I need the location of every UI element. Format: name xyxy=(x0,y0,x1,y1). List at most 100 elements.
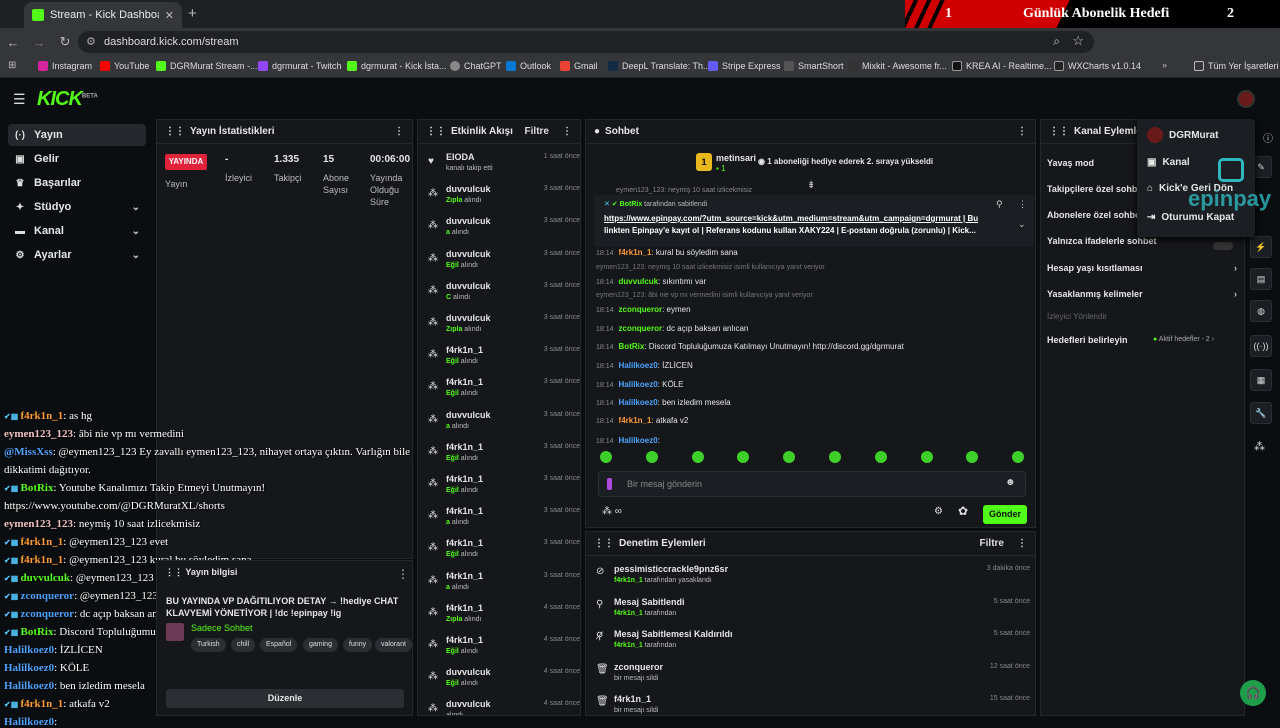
sidebar-item-basarilar[interactable]: ♛ Başarılar xyxy=(8,172,146,194)
bookmark-item[interactable]: SmartShort xyxy=(784,61,844,71)
rail-chat-icon[interactable]: ◍ xyxy=(1250,300,1272,322)
more-icon[interactable]: ⋮ xyxy=(394,126,404,137)
sidebar-item-yayin[interactable]: (·) Yayın xyxy=(8,124,146,146)
channel-action-item[interactable]: Yalnızca ifadelerle sohbet xyxy=(1047,236,1237,246)
chat-message[interactable]: 18:14 duvvulcuk: sıkıntımı var xyxy=(596,277,706,286)
reload-icon[interactable]: ↻ xyxy=(52,34,78,50)
emote-icon[interactable] xyxy=(691,451,704,463)
activity-user[interactable]: duvvulcuk xyxy=(446,216,491,226)
activity-user[interactable]: f4rk1n_1 xyxy=(446,345,483,355)
moderation-item[interactable]: 🗑 f4rk1n_1 bir mesajı sildi 15 saat önce xyxy=(594,692,1034,715)
chat-username[interactable]: BotRix xyxy=(619,342,645,351)
active-goals[interactable]: ● Aktif hedefler - 2 › xyxy=(1153,336,1214,343)
stream-tag[interactable]: chill xyxy=(231,638,256,652)
activity-item[interactable]: ⁂ f4rk1n_1 Eğil alındı 4 saat önce xyxy=(426,633,580,663)
chat-message[interactable]: 18:14 Halilkoez0: KÖLE xyxy=(596,380,683,389)
scroll-down-icon[interactable]: ⇟ xyxy=(807,180,815,191)
chat-message[interactable]: 18:14 f4rk1n_1: atkafa v2 xyxy=(596,416,688,425)
more-icon[interactable]: ⋮ xyxy=(562,126,572,137)
activity-item[interactable]: ⁂ duvvulcuk a alındı 3 saat önce xyxy=(426,408,580,438)
activity-item[interactable]: ⁂ f4rk1n_1 Zıpla alındı 4 saat önce xyxy=(426,601,580,631)
channel-action-item[interactable]: İzleyici Yönlendir xyxy=(1047,312,1237,321)
bookmark-item[interactable]: WXCharts v1.0.14 xyxy=(1054,61,1141,71)
activity-item[interactable]: ⁂ f4rk1n_1 Eğil alındı 3 saat önce xyxy=(426,343,580,373)
drag-handle-icon[interactable]: ⋮⋮ xyxy=(426,126,446,137)
chat-username[interactable]: f4rk1n_1 xyxy=(619,416,652,425)
chat-input[interactable]: Bir mesaj gönderin ☻ xyxy=(598,471,1026,497)
moderation-item[interactable]: ⊘ pessimisticcrackle9pnz6sr f4rk1n_1 taraf… xyxy=(594,562,1034,592)
stream-tag[interactable]: gaming xyxy=(303,638,338,652)
channel-action-item[interactable]: Hesap yaşı kısıtlaması › xyxy=(1047,263,1237,273)
activity-item[interactable]: ⁂ duvvulcuk Eğil alındı 3 saat önce xyxy=(426,247,580,277)
emote-icon[interactable] xyxy=(600,451,612,463)
chat-message[interactable]: 18:14 f4rk1n_1: kural bu söyledim sana xyxy=(596,248,738,257)
bot-icon[interactable]: ✿ xyxy=(958,504,968,518)
rail-layout-icon[interactable]: ▦ xyxy=(1250,369,1272,391)
emoji-icon[interactable]: ☻ xyxy=(1005,477,1016,488)
activity-item[interactable]: ⁂ duvvulcuk a alındı 3 saat önce xyxy=(426,214,580,244)
bookmark-item[interactable]: ChatGPT xyxy=(450,61,502,71)
activity-user[interactable]: EIODA xyxy=(446,152,475,162)
activity-user[interactable]: duvvulcuk xyxy=(446,249,491,259)
stream-tag[interactable]: Español xyxy=(260,638,298,652)
menu-icon[interactable]: ☰ xyxy=(13,91,26,108)
drag-handle-icon[interactable]: ⋮⋮ xyxy=(165,126,185,137)
apps-grid-icon[interactable]: ⊞ xyxy=(8,60,16,71)
close-tab-icon[interactable]: ✕ xyxy=(165,9,174,22)
chat-username[interactable]: Halilkoez0 xyxy=(619,380,658,389)
zoom-icon[interactable]: ⌕ xyxy=(1053,34,1060,49)
url-field[interactable]: ⚙ dashboard.kick.com/stream ⌕ ☆ xyxy=(78,31,1094,53)
chat-message[interactable]: 18:14 BotRix: Discord Topluluğumuza Katıl… xyxy=(596,342,904,351)
channel-action-item[interactable]: Yasaklanmış kelimeler › xyxy=(1047,289,1237,299)
activity-user[interactable]: f4rk1n_1 xyxy=(446,442,483,452)
chat-username[interactable]: Halilkoez0 xyxy=(619,436,658,445)
kick-logo[interactable]: KICKBETA xyxy=(37,88,98,111)
send-button[interactable]: Gönder xyxy=(983,505,1027,524)
activity-item[interactable]: ⁂ f4rk1n_1 Eğil alındı 3 saat önce xyxy=(426,375,580,405)
activity-user[interactable]: duvvulcuk xyxy=(446,184,491,194)
bookmark-item[interactable]: KREA AI - Realtime... xyxy=(952,61,1052,71)
back-icon[interactable]: ← xyxy=(0,35,26,50)
sidebar-item-ayarlar[interactable]: ⚙ Ayarlar ⌄ xyxy=(8,244,146,266)
rail-wrench-icon[interactable]: 🔧 xyxy=(1250,402,1272,424)
rail-broadcast-icon[interactable]: ((·)) xyxy=(1250,335,1272,357)
activity-item[interactable]: ⁂ f4rk1n_1 Eğil alındı 3 saat önce xyxy=(426,536,580,566)
pinned-message[interactable]: ✕ ✔ BotRix tarafından sabitlendi ⚲ ⋮ htt… xyxy=(594,195,1034,247)
chat-username[interactable]: Halilkoez0 xyxy=(619,361,658,370)
activity-user[interactable]: f4rk1n_1 xyxy=(446,506,483,516)
chat-username[interactable]: zconqueror xyxy=(619,324,663,333)
sidebar-item-kanal[interactable]: ▬ Kanal ⌄ xyxy=(8,220,146,242)
emote-icon[interactable] xyxy=(645,451,658,463)
emote-icon[interactable] xyxy=(874,451,887,463)
bookmark-item[interactable]: DGRMurat Stream -... xyxy=(156,61,258,71)
emote-icon[interactable] xyxy=(737,451,750,463)
activity-item[interactable]: ⁂ duvvulcuk alındı 4 saat önce xyxy=(426,697,580,715)
bookmark-item[interactable]: dgrmurat - Kick İsta... xyxy=(347,61,447,71)
bookmark-item[interactable]: Gmail xyxy=(560,61,598,71)
more-icon[interactable]: ⋮ xyxy=(1018,199,1027,210)
activity-item[interactable]: ♥ EIODA kanalı takip etti 1 saat önce xyxy=(426,150,580,180)
activity-user[interactable]: duvvulcuk xyxy=(446,667,491,677)
activity-user[interactable]: f4rk1n_1 xyxy=(446,538,483,548)
activity-user[interactable]: f4rk1n_1 xyxy=(446,474,483,484)
activity-user[interactable]: f4rk1n_1 xyxy=(446,571,483,581)
dropdown-item-logout[interactable]: ⇥ Oturumu Kapat xyxy=(1147,212,1234,223)
filter-button[interactable]: Filtre xyxy=(525,126,549,137)
stream-tag[interactable]: funny xyxy=(343,638,373,652)
activity-item[interactable]: ⁂ duvvulcuk C alındı 3 saat önce xyxy=(426,279,580,309)
rail-note-icon[interactable]: ▤ xyxy=(1250,268,1272,290)
bookmark-item[interactable]: YouTube xyxy=(100,61,149,71)
activity-item[interactable]: ⁂ f4rk1n_1 a alındı 3 saat önce xyxy=(426,569,580,599)
activity-user[interactable]: f4rk1n_1 xyxy=(446,635,483,645)
drag-handle-icon[interactable]: ⋮⋮ xyxy=(1049,126,1069,137)
pinned-text-line[interactable]: https://www.epinpay.com/?utm_source=kick… xyxy=(604,214,978,223)
activity-user[interactable]: f4rk1n_1 xyxy=(446,377,483,387)
bookmark-item[interactable]: dgrmurat - Twitch xyxy=(258,61,341,71)
emote-icon[interactable] xyxy=(783,451,796,463)
chat-username[interactable]: f4rk1n_1 xyxy=(619,248,652,257)
user-avatar[interactable] xyxy=(1237,90,1255,108)
activity-user[interactable]: duvvulcuk xyxy=(446,313,491,323)
chat-username[interactable]: zconqueror xyxy=(619,305,663,314)
edit-button[interactable]: Düzenle xyxy=(166,689,404,708)
more-icon[interactable]: ⋮ xyxy=(1017,538,1027,549)
